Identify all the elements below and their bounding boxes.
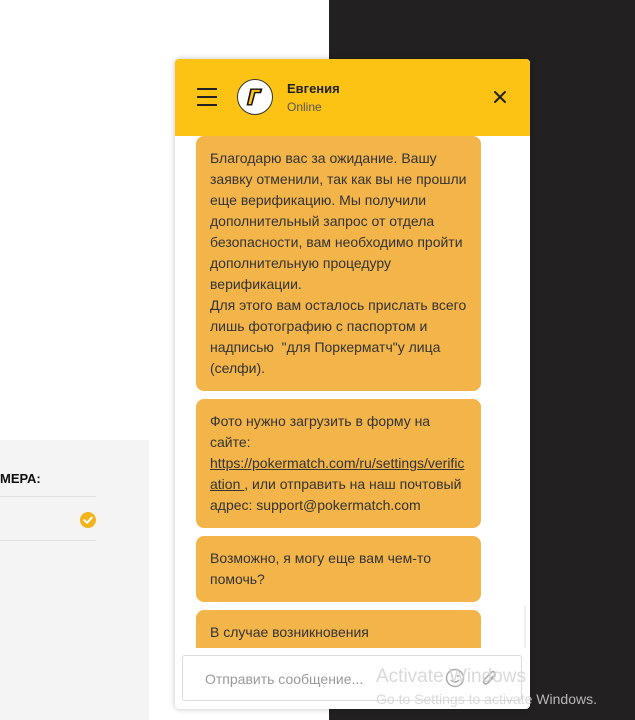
- message-input[interactable]: [203, 656, 447, 702]
- attach-icon[interactable]: [481, 667, 499, 689]
- message-text: , или отправить на наш почтовый адрес: s…: [210, 476, 466, 513]
- smile-icon[interactable]: [445, 668, 465, 688]
- message-bubble: Фото нужно загрузить в форму на сайте: h…: [196, 399, 481, 528]
- agent-name: Евгения: [287, 81, 340, 96]
- check-icon: [80, 512, 96, 528]
- panel-divider: [0, 496, 96, 497]
- chat-header: Евгения Online: [175, 59, 530, 136]
- agent-avatar: [237, 79, 273, 115]
- agent-status: Online: [287, 100, 322, 114]
- message-text: Фото нужно загрузить в форму на сайте:: [210, 413, 434, 450]
- message-bubble: В случае возникновения: [196, 610, 481, 648]
- logo-icon: [246, 88, 263, 106]
- panel-label: МЕРА:: [0, 471, 41, 486]
- message-list[interactable]: Благодарю вас за ожидание. Вашу заявку о…: [175, 136, 530, 648]
- message-bubble: Возможно, я могу еще вам чем-то помочь?: [196, 536, 481, 602]
- menu-icon[interactable]: [197, 88, 217, 106]
- chat-widget: Евгения Online Благодарю вас за ожидание…: [175, 59, 530, 709]
- message-composer: [182, 655, 522, 702]
- close-icon[interactable]: [492, 89, 508, 105]
- scrollbar[interactable]: [524, 606, 526, 648]
- message-bubble: Благодарю вас за ожидание. Вашу заявку о…: [196, 136, 481, 391]
- panel-divider: [0, 540, 96, 541]
